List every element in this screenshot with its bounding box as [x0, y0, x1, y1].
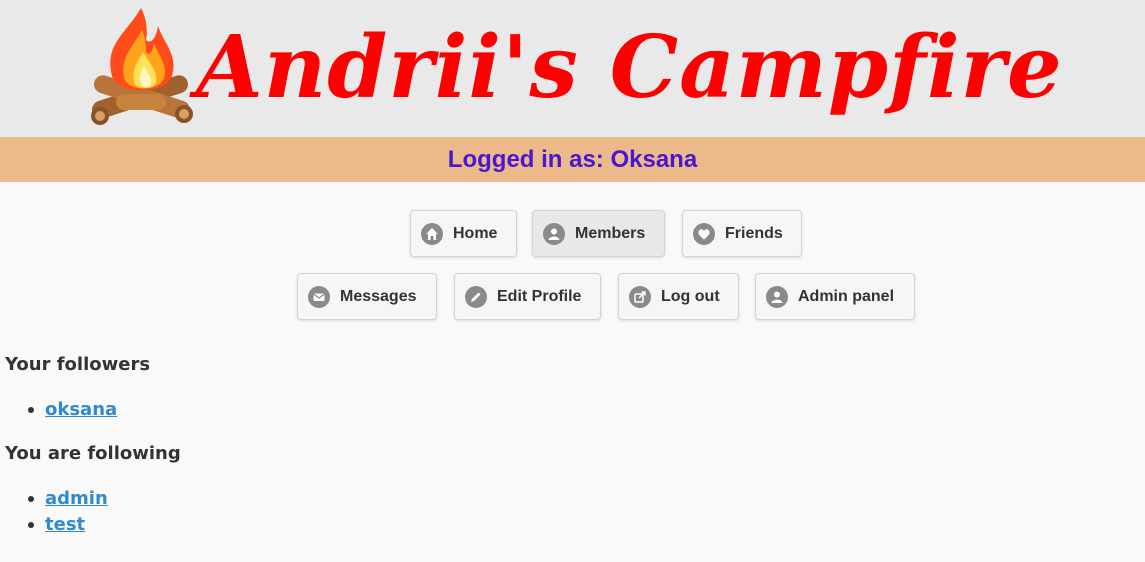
followers-heading: Your followers: [5, 354, 151, 375]
log-out-button-label: Log out: [661, 287, 720, 305]
edit-profile-button-label: Edit Profile: [497, 287, 582, 305]
logged-in-label: Logged in as: Oksana: [447, 146, 698, 173]
bullet: [28, 521, 34, 528]
bullet: [28, 406, 34, 413]
list-item: admin: [28, 488, 108, 509]
list-item: oksana: [28, 399, 117, 420]
friends-button-label: Friends: [725, 224, 783, 242]
login-status-bar: Logged in as: Oksana: [0, 137, 1145, 182]
home-icon: [421, 222, 443, 245]
pencil-icon: [465, 285, 487, 308]
friends-button[interactable]: Friends: [682, 210, 802, 257]
members-button-label: Members: [575, 224, 646, 242]
log-out-button[interactable]: Log out: [618, 273, 739, 320]
bullet: [28, 495, 34, 502]
list-item: test: [28, 514, 85, 535]
home-button[interactable]: Home: [410, 210, 517, 257]
site-title: Andrii's Campfire: [196, 17, 1063, 118]
messages-button-label: Messages: [340, 287, 417, 305]
campfire-icon: [91, 8, 193, 125]
mail-icon: [308, 285, 330, 308]
admin-panel-button[interactable]: Admin panel: [755, 273, 915, 320]
following-link-test[interactable]: test: [45, 514, 85, 535]
admin-panel-button-label: Admin panel: [798, 287, 895, 305]
follower-link-oksana[interactable]: oksana: [45, 399, 117, 420]
members-button[interactable]: Members: [532, 210, 665, 257]
edit-profile-button[interactable]: Edit Profile: [454, 273, 601, 320]
following-heading: You are following: [5, 443, 181, 464]
home-button-label: Home: [453, 224, 498, 242]
share-out-icon: [629, 285, 651, 308]
heart-icon: [693, 222, 715, 245]
user-icon: [543, 222, 565, 245]
site-header: Andrii's Campfire: [0, 0, 1145, 137]
messages-button[interactable]: Messages: [297, 273, 437, 320]
user-icon: [766, 285, 788, 308]
following-link-admin[interactable]: admin: [45, 488, 108, 509]
